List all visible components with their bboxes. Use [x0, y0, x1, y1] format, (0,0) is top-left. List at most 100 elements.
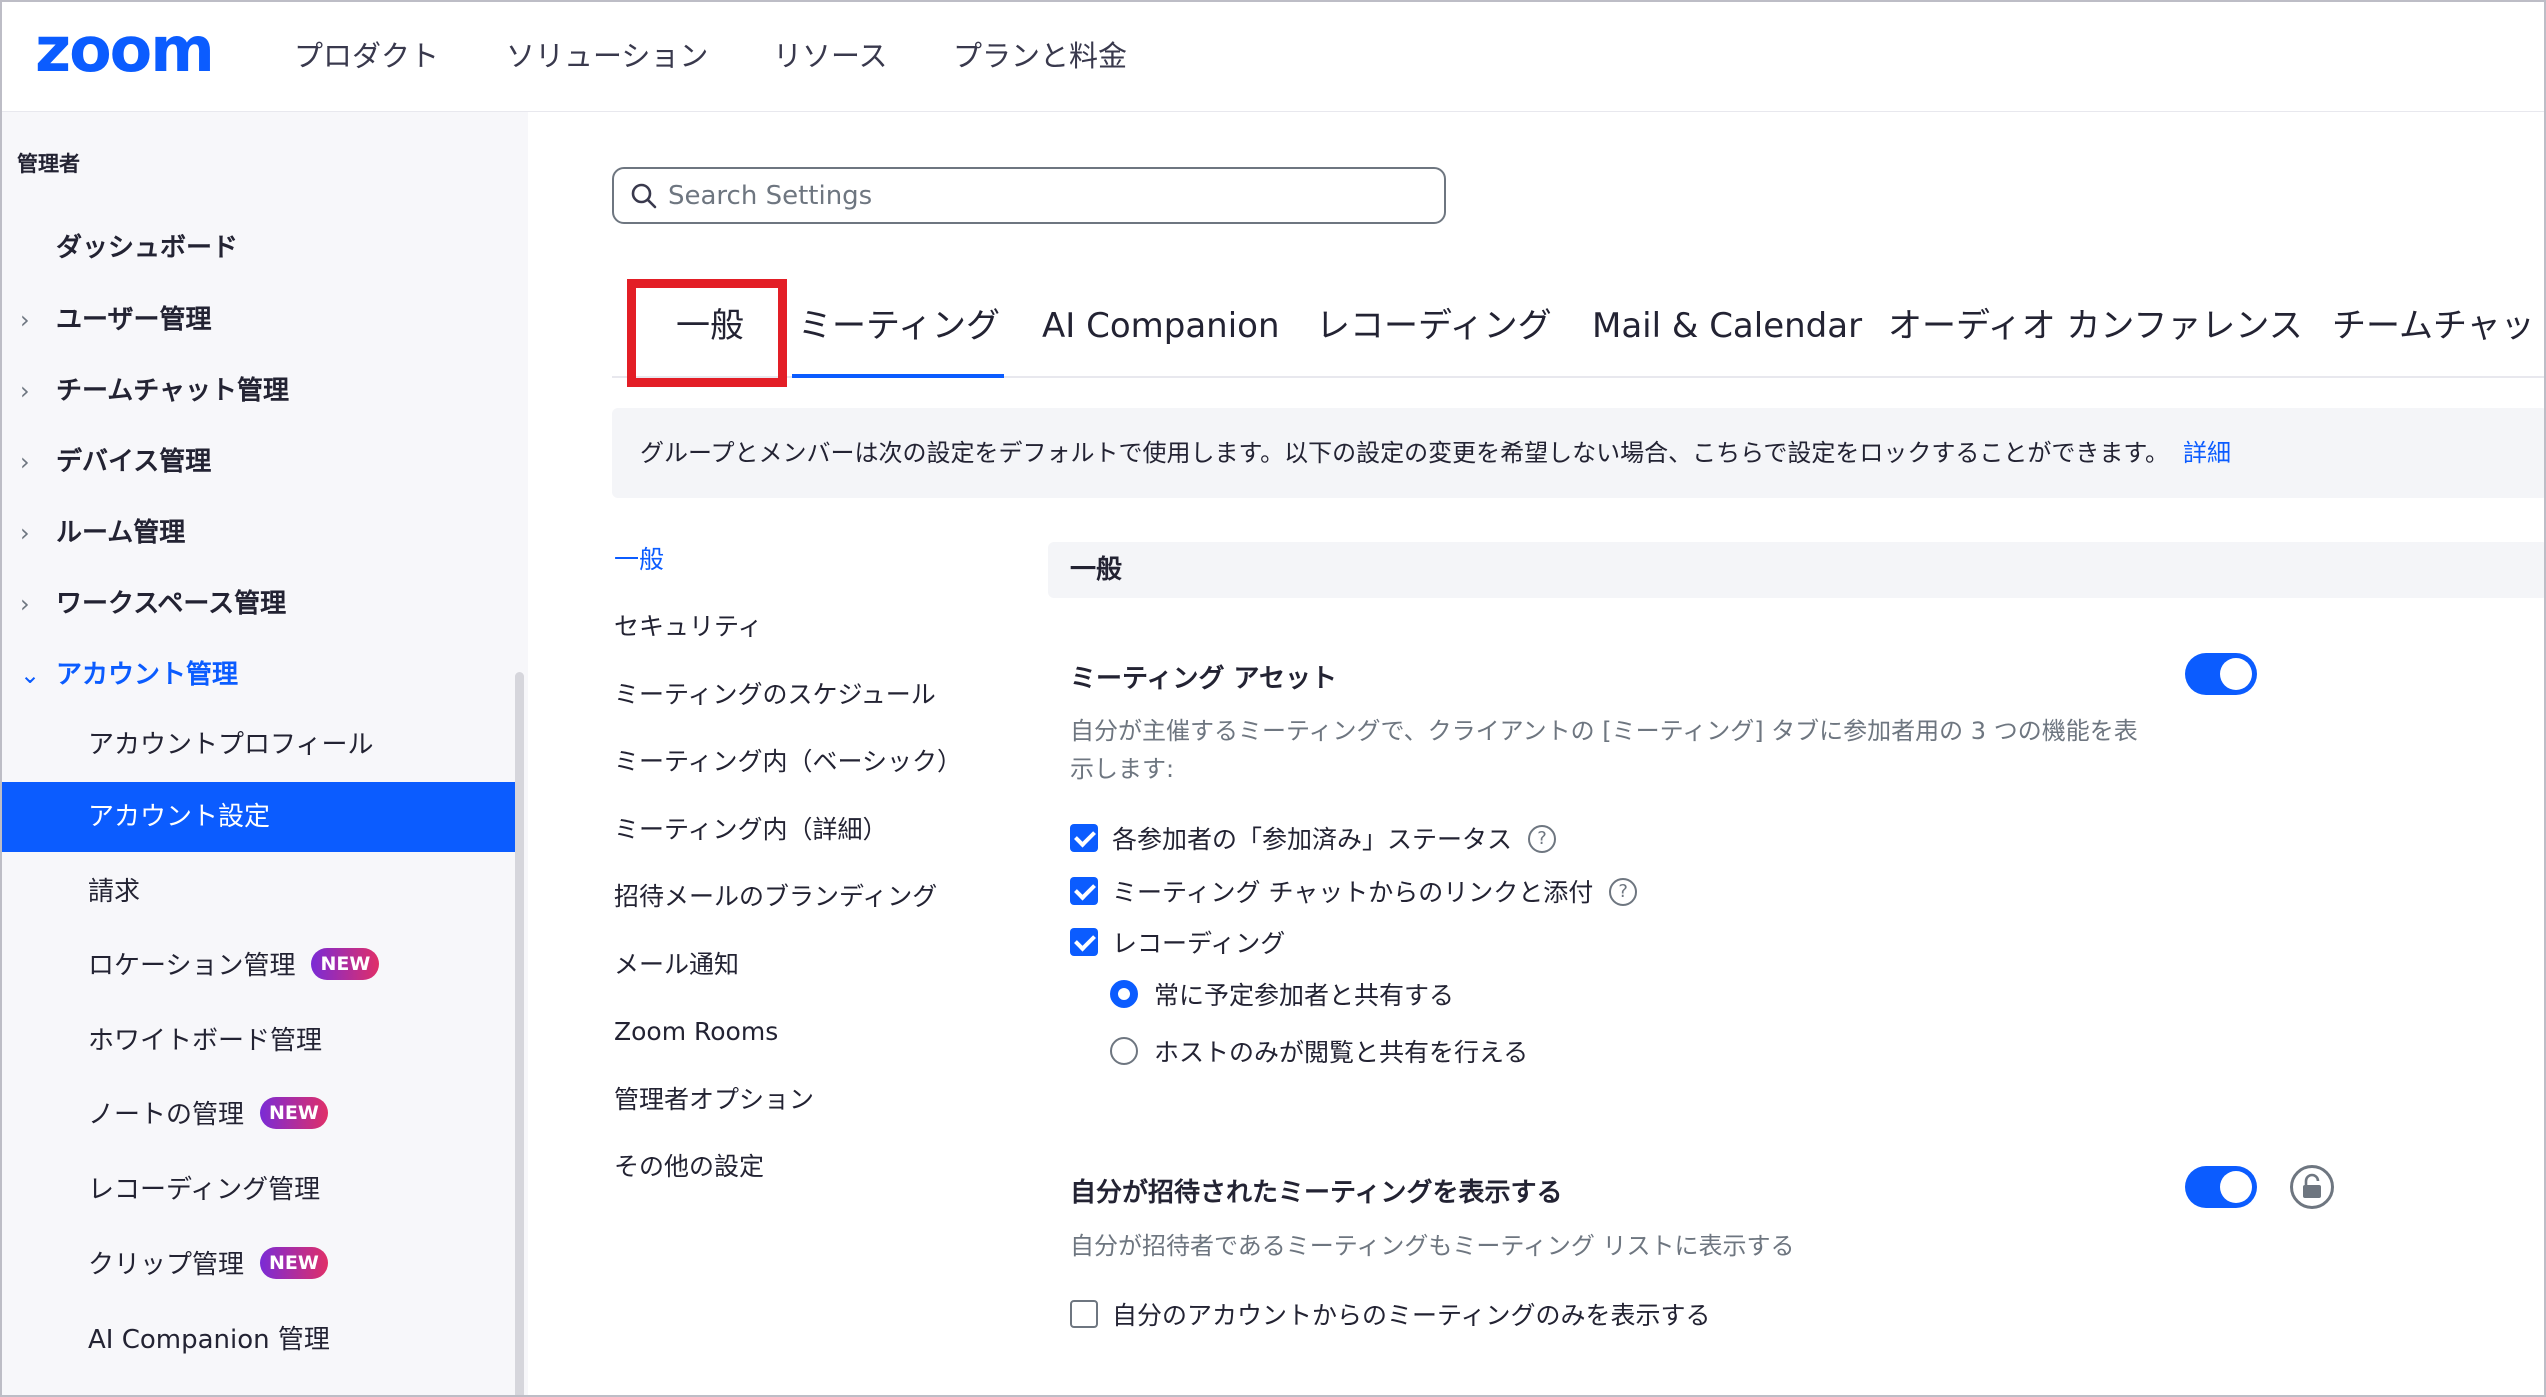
sidebar-subitem-label: ロケーション管理: [88, 951, 296, 981]
subnav-email-notification[interactable]: メール通知: [614, 947, 739, 983]
sidebar-item-label: アカウント管理: [56, 660, 239, 690]
lock-glyph-icon: [2303, 1173, 2321, 1198]
sidebar-subitem-label: ノートの管理: [88, 1100, 245, 1130]
section-title: 一般: [1048, 542, 2544, 598]
subnav-in-meeting-basic[interactable]: ミーティング内（ベーシック）: [614, 744, 962, 780]
sidebar-item-label: デバイス管理: [56, 447, 212, 477]
sidebar-item-dashboard[interactable]: ダッシュボード: [2, 213, 516, 283]
checkbox-label: 自分のアカウントからのミーティングのみを表示する: [1112, 1301, 1711, 1330]
sidebar-subitem-label: AI Companion 管理: [88, 1325, 330, 1355]
subnav-security[interactable]: セキュリティ: [614, 609, 763, 645]
info-banner-text: グループとメンバーは次の設定をデフォルトで使用します。以下の設定の変更を希望しな…: [640, 439, 2170, 467]
checkbox-label: レコーディング: [1112, 929, 1286, 958]
tab-ai-companion[interactable]: AI Companion: [1042, 302, 1280, 350]
info-banner: グループとメンバーは次の設定をデフォルトで使用します。以下の設定の変更を希望しな…: [612, 408, 2544, 498]
checkbox-own-account-only[interactable]: 自分のアカウントからのミーティングのみを表示する: [1070, 1298, 1711, 1334]
sidebar-item-label: ユーザー管理: [56, 305, 212, 335]
sidebar-subitem-label: 請求: [88, 877, 141, 907]
sidebar-subitem-location-management[interactable]: ロケーション管理 NEW: [2, 931, 516, 1001]
sidebar-subitem-notes-management[interactable]: ノートの管理 NEW: [2, 1080, 516, 1150]
sidebar-item-label: ワークスペース管理: [56, 589, 287, 619]
sidebar-item-label: ダッシュボード: [56, 233, 239, 263]
checkbox-label: ミーティング チャットからのリンクと添付: [1112, 878, 1594, 907]
nav-plans-pricing[interactable]: プランと料金: [953, 36, 1127, 76]
checkbox-joined-status[interactable]: 各参加者の「参加済み」ステータス?: [1070, 822, 1557, 858]
chevron-right-icon: ›: [20, 590, 30, 618]
top-navigation: zoom プロダクト ソリューション リソース プランと料金: [2, 2, 2544, 112]
sidebar-subitem-recording-management[interactable]: レコーディング管理: [2, 1155, 516, 1225]
tab-meeting[interactable]: ミーティング: [798, 302, 1000, 350]
sidebar-header: 管理者: [17, 152, 80, 176]
tab-team-chat[interactable]: チームチャット: [2332, 302, 2544, 350]
help-icon[interactable]: ?: [1609, 878, 1638, 906]
settings-tabs: 一般 ミーティング AI Companion レコーディング Mail & Ca…: [612, 272, 2544, 378]
nav-solutions[interactable]: ソリューション: [506, 36, 708, 76]
sidebar: 管理者 ダッシュボード › ユーザー管理 › チームチャット管理 › デバイス管…: [2, 112, 528, 1395]
search-icon: [631, 183, 657, 209]
subnav-zoom-rooms[interactable]: Zoom Rooms: [614, 1014, 778, 1050]
tab-recording[interactable]: レコーディング: [1316, 302, 1552, 350]
checkbox-chat-links-attachments[interactable]: ミーティング チャットからのリンクと添付?: [1070, 875, 1638, 911]
checkbox-checked-icon[interactable]: [1070, 877, 1098, 905]
checkbox-checked-icon[interactable]: [1070, 824, 1098, 852]
meeting-assets-toggle[interactable]: [2185, 653, 2257, 695]
checkbox-unchecked-icon[interactable]: [1070, 1300, 1098, 1328]
sidebar-item-label: ルーム管理: [56, 518, 186, 548]
nav-product[interactable]: プロダクト: [294, 36, 439, 76]
sidebar-item-workspace-management[interactable]: › ワークスペース管理: [2, 569, 516, 639]
setting-description: 自分が主催するミーティングで、クライアントの [ミーティング] タブに参加者用の…: [1070, 717, 2138, 783]
search-input[interactable]: [668, 177, 1428, 215]
sidebar-subitem-label: アカウントプロフィール: [88, 730, 374, 760]
subnav-general[interactable]: 一般: [614, 542, 664, 578]
sidebar-scrollbar[interactable]: [515, 672, 524, 1395]
subnav-scheduling[interactable]: ミーティングのスケジュール: [614, 677, 936, 713]
sidebar-item-device-management[interactable]: › デバイス管理: [2, 427, 516, 497]
subnav-admin-options[interactable]: 管理者オプション: [614, 1082, 814, 1118]
search-box[interactable]: [612, 167, 1446, 224]
app-window: zoom プロダクト ソリューション リソース プランと料金 管理者 ダッシュボ…: [0, 0, 2546, 1397]
sidebar-subitem-whiteboard-management[interactable]: ホワイトボード管理: [2, 1006, 516, 1076]
subnav-in-meeting-advanced[interactable]: ミーティング内（詳細）: [614, 812, 888, 848]
sidebar-item-user-management[interactable]: › ユーザー管理: [2, 285, 516, 355]
sidebar-item-label: チームチャット管理: [56, 376, 289, 406]
chevron-right-icon: ›: [20, 519, 30, 547]
radio-always-share[interactable]: 常に予定参加者と共有する: [1110, 978, 1454, 1014]
new-badge: NEW: [260, 1246, 328, 1279]
sidebar-subitem-label: クリップ管理: [88, 1250, 245, 1280]
checkbox-label: 各参加者の「参加済み」ステータス: [1112, 825, 1513, 854]
radio-selected-icon[interactable]: [1110, 980, 1138, 1008]
sidebar-subitem-label: ホワイトボード管理: [88, 1026, 323, 1056]
radio-label: 常に予定参加者と共有する: [1154, 981, 1455, 1010]
sidebar-subitem-billing[interactable]: 請求: [2, 857, 516, 927]
checkbox-checked-icon[interactable]: [1070, 928, 1098, 956]
nav-resources[interactable]: リソース: [773, 36, 888, 76]
sidebar-item-team-chat-management[interactable]: › チームチャット管理: [2, 356, 516, 426]
zoom-logo[interactable]: zoom: [35, 19, 215, 81]
sidebar-item-room-management[interactable]: › ルーム管理: [2, 498, 516, 568]
active-tab-indicator: [792, 374, 1004, 378]
radio-host-only[interactable]: ホストのみが閲覧と共有を行える: [1110, 1035, 1528, 1071]
details-link[interactable]: 詳細: [2183, 439, 2231, 467]
chevron-right-icon: ›: [20, 448, 30, 476]
setting-title: ミーティング アセット: [1070, 664, 1337, 694]
subnav-other-settings[interactable]: その他の設定: [614, 1149, 764, 1185]
sidebar-subitem-clip-management[interactable]: クリップ管理 NEW: [2, 1230, 516, 1300]
radio-label: ホストのみが閲覧と共有を行える: [1154, 1038, 1529, 1067]
sidebar-subitem-account-profile[interactable]: アカウントプロフィール: [2, 710, 516, 780]
chevron-right-icon: ›: [20, 377, 30, 405]
checkbox-recording[interactable]: レコーディング: [1070, 926, 1285, 962]
sidebar-item-account-management[interactable]: ⌄ アカウント管理: [2, 640, 516, 710]
new-badge: NEW: [311, 947, 380, 980]
setting-description: 自分が招待者であるミーティングもミーティング リストに表示する: [1070, 1232, 1795, 1260]
help-icon[interactable]: ?: [1528, 825, 1557, 853]
show-invited-meetings-toggle[interactable]: [2185, 1166, 2257, 1208]
radio-unselected-icon[interactable]: [1110, 1037, 1138, 1065]
sidebar-subitem-ai-companion-management[interactable]: AI Companion 管理: [2, 1305, 516, 1375]
tab-audio-conference[interactable]: オーディオ カンファレンス: [1888, 302, 2303, 350]
lock-icon[interactable]: [2290, 1165, 2334, 1209]
sidebar-subitem-account-settings[interactable]: アカウント設定: [2, 782, 516, 852]
tab-general[interactable]: 一般: [676, 302, 744, 350]
subnav-email-branding[interactable]: 招待メールのブランディング: [614, 879, 937, 915]
setting-title: 自分が招待されたミーティングを表示する: [1070, 1178, 1563, 1208]
tab-mail-calendar[interactable]: Mail & Calendar: [1592, 302, 1862, 350]
